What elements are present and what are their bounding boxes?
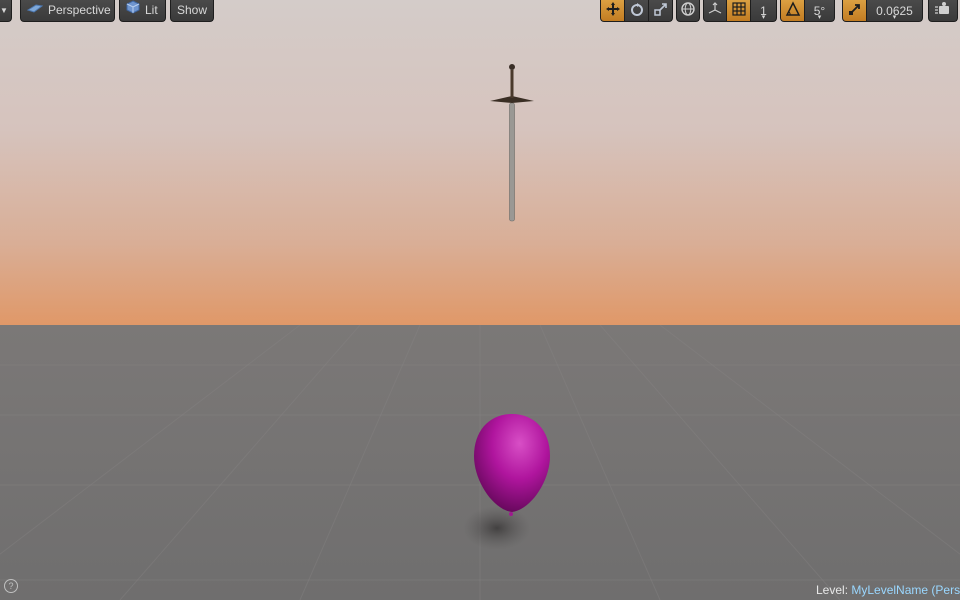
balloon-mesh[interactable] bbox=[463, 414, 550, 550]
help-icon[interactable]: ? bbox=[4, 579, 18, 593]
camera-speed-group bbox=[928, 0, 958, 22]
chevron-down-icon: ▼ bbox=[0, 6, 8, 15]
chevron-down-icon: ▾ bbox=[892, 14, 897, 21]
scale-button[interactable] bbox=[649, 0, 673, 22]
perspective-button[interactable]: Perspective bbox=[20, 0, 115, 22]
camera-speed-button[interactable] bbox=[928, 0, 958, 22]
coordinate-system-group bbox=[676, 0, 700, 22]
cube-icon bbox=[126, 0, 140, 21]
rotation-snap-value-dropdown[interactable]: 5° ▾ bbox=[805, 0, 835, 22]
chevron-down-icon: ▾ bbox=[761, 14, 766, 21]
scale-icon bbox=[653, 1, 669, 20]
scene-objects bbox=[463, 64, 550, 550]
surface-snap-button[interactable] bbox=[703, 0, 727, 22]
snapping-group: 1 ▾ bbox=[703, 0, 777, 22]
perspective-label: Perspective bbox=[48, 3, 111, 17]
level-label: Level: bbox=[816, 583, 849, 597]
show-button[interactable]: Show bbox=[170, 0, 214, 22]
grid-snap-value-dropdown[interactable]: 1 ▾ bbox=[751, 0, 777, 22]
chevron-down-icon: ▾ bbox=[817, 14, 822, 21]
perspective-icon bbox=[26, 0, 44, 21]
rotate-button[interactable] bbox=[625, 0, 649, 22]
show-label: Show bbox=[176, 3, 208, 17]
scale-snap-group: 0.0625 ▾ bbox=[842, 0, 923, 22]
globe-icon bbox=[680, 1, 696, 20]
grid-snap-toggle[interactable] bbox=[727, 0, 751, 22]
lit-button[interactable]: Lit bbox=[119, 0, 166, 22]
rotate-icon bbox=[629, 1, 645, 20]
rotation-snap-group: 5° ▾ bbox=[780, 0, 835, 22]
scale-snap-icon bbox=[847, 1, 863, 20]
level-name: MyLevelName (Pers bbox=[851, 583, 960, 597]
transform-mode-group bbox=[600, 0, 673, 22]
scale-snap-toggle[interactable] bbox=[842, 0, 867, 22]
lit-label: Lit bbox=[145, 3, 158, 17]
current-level-indicator: Level: MyLevelName (Pers bbox=[816, 583, 960, 597]
translate-button[interactable] bbox=[600, 0, 625, 22]
surface-snap-icon bbox=[707, 1, 723, 20]
scale-snap-value-dropdown[interactable]: 0.0625 ▾ bbox=[867, 0, 923, 22]
world-local-toggle[interactable] bbox=[676, 0, 700, 22]
translate-icon bbox=[605, 1, 621, 20]
camera-speed-icon bbox=[934, 1, 952, 20]
viewport-options-button[interactable]: ▼ bbox=[0, 0, 12, 22]
level-viewport[interactable]: ▼ Perspective Lit Show 1 ▾ 5° ▾ 0.0625 ▾… bbox=[0, 0, 960, 600]
grid-icon bbox=[731, 2, 746, 19]
rotation-snap-toggle[interactable] bbox=[780, 0, 805, 22]
sword-mesh[interactable] bbox=[490, 64, 534, 222]
angle-icon bbox=[785, 1, 801, 20]
